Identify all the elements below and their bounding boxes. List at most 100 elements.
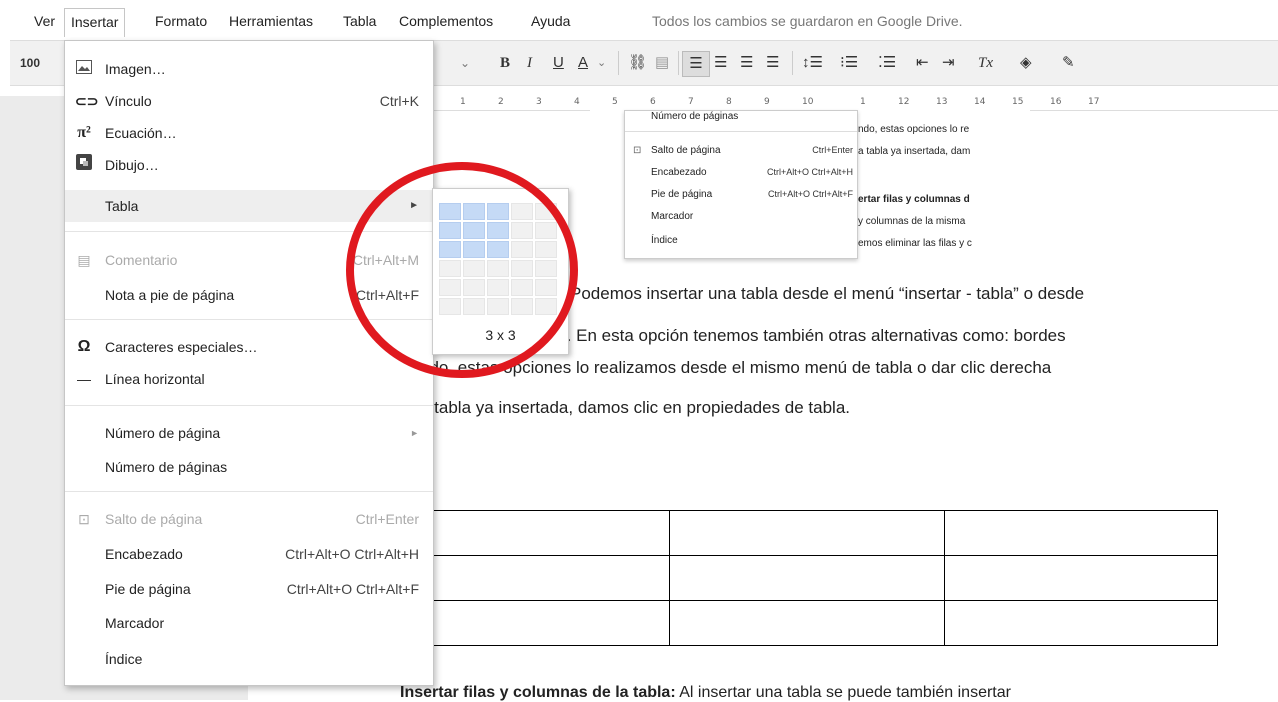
grid-cell[interactable] bbox=[511, 241, 533, 258]
menu-item-encabezado[interactable]: Encabezado Ctrl+Alt+O Ctrl+Alt+H bbox=[65, 538, 433, 570]
table-cell[interactable] bbox=[944, 555, 1218, 601]
grid-cell[interactable] bbox=[511, 203, 533, 220]
font-size-dropdown-icon[interactable]: ⌄ bbox=[460, 51, 470, 75]
table-size-grid[interactable]: 3 x 3 bbox=[432, 188, 569, 355]
grid-cell[interactable] bbox=[487, 298, 509, 315]
grid-cell[interactable] bbox=[511, 222, 533, 239]
menu-item-tabla[interactable]: Tabla ► bbox=[65, 190, 433, 222]
menu-complementos[interactable]: Complementos bbox=[399, 10, 493, 32]
bulleted-list-icon[interactable]: ⁚☰ bbox=[878, 51, 896, 75]
grid-cell[interactable] bbox=[463, 222, 485, 239]
menu-separator bbox=[65, 319, 433, 320]
doc-paragraph-line[interactable]: a tabla ya insertada, damos clic en prop… bbox=[420, 392, 1220, 423]
menu-item-salto-pagina[interactable]: ⊡ Salto de página Ctrl+Enter bbox=[65, 503, 433, 535]
grid-cell[interactable] bbox=[535, 279, 557, 296]
doc-text: Podemos insertar una tabla desde el menú… bbox=[570, 284, 1085, 303]
grid-cell[interactable] bbox=[439, 222, 461, 239]
omega-icon: Ω bbox=[77, 338, 91, 355]
grid-cell[interactable] bbox=[511, 279, 533, 296]
line-spacing-icon[interactable]: ↕☰ bbox=[802, 51, 823, 75]
menu-insertar[interactable]: Insertar bbox=[64, 8, 126, 37]
doc-paragraph-line[interactable]: ndo, estas opciones lo realizamos desde … bbox=[420, 352, 1220, 383]
grid-cell[interactable] bbox=[463, 203, 485, 220]
doc-paragraph-line[interactable]: Insertar filas y columnas de la tabla: A… bbox=[400, 684, 1011, 702]
grid-cell[interactable] bbox=[535, 222, 557, 239]
save-status[interactable]: Todos los cambios se guardaron en Google… bbox=[652, 10, 963, 32]
menu-item-dibujo[interactable]: Dibujo… bbox=[65, 149, 433, 181]
table-cell[interactable] bbox=[944, 510, 1218, 556]
bold-button[interactable]: B bbox=[500, 51, 510, 75]
grid-cell[interactable] bbox=[535, 260, 557, 277]
grid-cell[interactable] bbox=[511, 298, 533, 315]
grid-cell[interactable] bbox=[439, 260, 461, 277]
embedded-screenshot[interactable]: Número de páginas ⊡ Salto de página Ctrl… bbox=[590, 110, 1030, 260]
grid-cell[interactable] bbox=[463, 279, 485, 296]
align-right-icon[interactable]: ☰ bbox=[740, 51, 753, 75]
link-icon: ⊂⊃ bbox=[75, 93, 99, 109]
grid-cell[interactable] bbox=[511, 260, 533, 277]
menu-tabla[interactable]: Tabla bbox=[343, 10, 376, 32]
zoom-select[interactable]: 100 bbox=[20, 51, 40, 75]
menu-item-marcador[interactable]: Marcador bbox=[65, 607, 433, 639]
menu-item-comentario[interactable]: ▤ Comentario Ctrl+Alt+M bbox=[65, 244, 433, 276]
menu-item-indice[interactable]: Índice bbox=[65, 643, 433, 675]
grid-cell[interactable] bbox=[487, 241, 509, 258]
grid-cell[interactable] bbox=[487, 279, 509, 296]
grid-cell[interactable] bbox=[535, 241, 557, 258]
grid-cell[interactable] bbox=[439, 298, 461, 315]
table-cell[interactable] bbox=[669, 510, 945, 556]
decrease-indent-icon[interactable]: ⇤ bbox=[916, 51, 929, 75]
menu-item-imagen[interactable]: Imagen… bbox=[65, 53, 433, 85]
menu-item-linea[interactable]: — Línea horizontal bbox=[65, 363, 433, 395]
submenu-arrow-icon: ► bbox=[410, 428, 419, 438]
menu-item-label: Imagen… bbox=[105, 61, 166, 77]
grid-cell[interactable] bbox=[439, 241, 461, 258]
menu-item-numero-paginas[interactable]: Número de páginas bbox=[65, 451, 433, 483]
ruler[interactable]: 1 2 3 4 5 6 7 8 9 10 1 12 13 14 15 16 17 bbox=[432, 96, 1278, 111]
menu-item-caracteres[interactable]: Ω Caracteres especiales… bbox=[65, 331, 433, 363]
grid-cell[interactable] bbox=[487, 222, 509, 239]
pen-icon[interactable]: ✎ bbox=[1062, 51, 1075, 75]
grid-cell[interactable] bbox=[463, 241, 485, 258]
numbered-list-icon[interactable]: ⁝☰ bbox=[840, 51, 858, 75]
text-color-dropdown-icon[interactable]: ⌄ bbox=[597, 51, 606, 75]
menu-item-vinculo[interactable]: ⊂⊃ Vínculo Ctrl+K bbox=[65, 85, 433, 117]
menu-ayuda[interactable]: Ayuda bbox=[531, 10, 570, 32]
grid-cell[interactable] bbox=[487, 203, 509, 220]
document-table[interactable] bbox=[420, 510, 1218, 646]
menu-item-numero-pagina[interactable]: Número de página ► bbox=[65, 417, 433, 449]
grid-cell[interactable] bbox=[463, 260, 485, 277]
comment-icon[interactable]: ▤ bbox=[655, 51, 669, 75]
grid-cell[interactable] bbox=[487, 260, 509, 277]
table-cell[interactable] bbox=[669, 555, 945, 601]
table-cell[interactable] bbox=[420, 555, 670, 601]
italic-button[interactable]: I bbox=[527, 51, 532, 75]
clear-formatting-button[interactable]: Tx bbox=[978, 51, 993, 75]
menu-item-ecuacion[interactable]: π² Ecuación… bbox=[65, 117, 433, 149]
link-icon[interactable]: ⛓ bbox=[628, 51, 647, 75]
align-justify-icon[interactable]: ☰ bbox=[766, 51, 779, 75]
grid-cell[interactable] bbox=[439, 279, 461, 296]
align-left-icon[interactable]: ☰ bbox=[682, 51, 710, 77]
grid-cell[interactable] bbox=[463, 298, 485, 315]
grid-cell[interactable] bbox=[439, 203, 461, 220]
menu-formato[interactable]: Formato bbox=[155, 10, 207, 32]
grid-cell[interactable] bbox=[535, 203, 557, 220]
table-cell[interactable] bbox=[420, 510, 670, 556]
ruler-tick: 6 bbox=[650, 97, 656, 107]
align-center-icon[interactable]: ☰ bbox=[714, 51, 727, 75]
highlight-color-icon[interactable]: ◈ bbox=[1020, 51, 1032, 75]
menu-item-pie-pagina[interactable]: Pie de página Ctrl+Alt+O Ctrl+Alt+F bbox=[65, 573, 433, 605]
insert-menu: Imagen… ⊂⊃ Vínculo Ctrl+K π² Ecuación… D… bbox=[64, 40, 434, 686]
table-cell[interactable] bbox=[420, 600, 670, 646]
text-color-button[interactable]: A bbox=[578, 51, 588, 75]
table-cell[interactable] bbox=[944, 600, 1218, 646]
increase-indent-icon[interactable]: ⇥ bbox=[942, 51, 955, 75]
menu-ver[interactable]: Ver bbox=[34, 10, 55, 32]
menu-herramientas[interactable]: Herramientas bbox=[229, 10, 313, 32]
underline-button[interactable]: U bbox=[553, 51, 564, 75]
grid-cell[interactable] bbox=[535, 298, 557, 315]
table-cell[interactable] bbox=[669, 600, 945, 646]
doc-text: Al insertar una tabla se puede también i… bbox=[675, 684, 1011, 701]
menu-item-nota-pie[interactable]: Nota a pie de página Ctrl+Alt+F bbox=[65, 279, 433, 311]
